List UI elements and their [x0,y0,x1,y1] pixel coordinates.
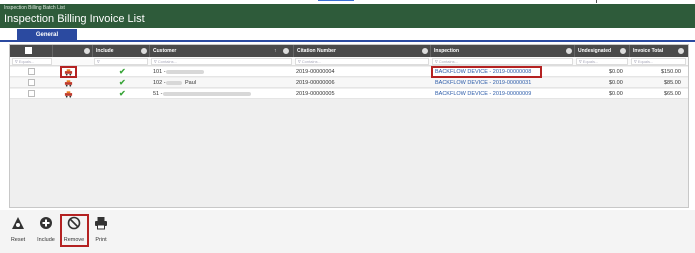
invoice-total-filter[interactable]: ∇ Equals... [631,58,686,65]
include-header-label: Include [96,48,114,54]
citation-column-header[interactable]: Citation Number [294,45,431,57]
invoice-total-header-label: Invoice Total [633,48,664,54]
include-check-icon: ✔ [119,89,126,98]
include-check-icon: ✔ [119,67,126,76]
customer-suffix: Paul [185,80,197,86]
include-filter[interactable]: ∇ [94,58,148,65]
table-row[interactable]: ✔ 102 - Paul 2019-00000006 BACKFLOW DEVI… [10,78,688,88]
top-link-underline [318,0,354,1]
row-checkbox[interactable] [28,90,35,97]
undesignated-cell: $0.00 [609,80,623,86]
column-menu-icon[interactable] [84,48,90,54]
invoice-total-column-header[interactable]: Invoice Total [630,45,688,57]
page-title: Inspection Billing Invoice List [4,13,145,25]
citation-filter[interactable]: ∇ Contains... [295,58,429,65]
invoice-total-cell: $65.00 [664,91,681,97]
row-checkbox[interactable] [28,79,35,86]
include-button[interactable]: Include [31,216,61,248]
inspection-header-label: Inspection [434,48,460,54]
include-check-icon: ✔ [119,78,126,87]
highlight-box-remove [60,214,89,247]
select-all-column [10,45,53,57]
inspection-filter[interactable]: ∇ Contains... [432,58,573,65]
include-column-header[interactable]: Include [93,45,150,57]
citation-cell: 2019-00000006 [296,80,335,86]
redacted-name [166,70,204,74]
filter-row: ∇ Equals... ∇ ∇ Contains... ∇ Contains..… [10,57,688,66]
inspection-column-header[interactable]: Inspection [431,45,575,57]
plus-circle-icon [40,217,52,229]
bottom-toolbar: Reset Include Remove Print [0,210,695,253]
redacted-name [166,81,182,85]
select-filter[interactable]: ∇ Equals... [12,58,52,65]
column-menu-icon[interactable] [620,48,626,54]
include-label: Include [37,237,55,243]
table-row[interactable]: ✔ 51 - 2019-00000005 BACKFLOW DEVICE - 2… [10,89,688,99]
tab-bar: General [0,28,695,42]
breadcrumb[interactable]: Inspection Billing Batch List [4,5,65,11]
table-row[interactable]: ✔ 101 - 2019-00000004 BACKFLOW DEVICE - … [10,67,688,77]
citation-cell: 2019-00000004 [296,69,335,75]
inspection-link[interactable]: BACKFLOW DEVICE - 2019-00000009 [435,89,531,99]
print-label: Print [95,237,107,243]
citation-cell: 2019-00000005 [296,91,335,97]
row-checkbox[interactable] [28,68,35,75]
top-divider [596,0,597,3]
reset-icon [12,217,24,229]
column-menu-icon[interactable] [422,48,428,54]
select-all-checkbox[interactable] [25,47,32,54]
highlight-box-action [60,66,77,78]
print-button[interactable]: Print [86,216,116,248]
invoice-total-cell: $150.00 [661,69,681,75]
car-icon[interactable] [64,79,73,87]
invoice-total-cell: $85.00 [664,80,681,86]
customer-cell: 101 - [153,69,166,75]
customer-cell: 51 - [153,91,163,97]
customer-column-header[interactable]: Customer ↑ [150,45,294,57]
customer-header-label: Customer [153,48,177,54]
reset-label: Reset [10,237,26,243]
undesignated-column-header[interactable]: Undesignated [575,45,630,57]
highlight-box-inspection [431,66,542,78]
undesignated-cell: $0.00 [609,91,623,97]
grid-header: Include Customer ↑ Citation Number Inspe… [10,45,688,57]
invoice-grid: Include Customer ↑ Citation Number Inspe… [9,44,689,208]
column-menu-icon[interactable] [566,48,572,54]
page-header: Inspection Billing Batch List Inspection… [0,4,695,28]
citation-header-label: Citation Number [297,48,336,54]
undesignated-cell: $0.00 [609,69,623,75]
column-menu-icon[interactable] [283,48,289,54]
tab-general[interactable]: General [17,29,77,42]
undesignated-filter[interactable]: ∇ Equals... [576,58,628,65]
reset-button[interactable]: Reset [3,216,33,248]
car-icon[interactable] [64,90,73,98]
inspection-link[interactable]: BACKFLOW DEVICE - 2019-00000031 [435,78,531,88]
customer-cell: 102 - [153,80,166,86]
undesignated-header-label: Undesignated [578,48,612,54]
action-column-header [53,45,93,57]
column-menu-icon[interactable] [678,48,684,54]
sort-asc-icon: ↑ [274,48,277,54]
customer-filter[interactable]: ∇ Contains... [151,58,292,65]
column-menu-icon[interactable] [141,48,147,54]
redacted-name [163,92,251,96]
printer-icon [95,217,107,230]
